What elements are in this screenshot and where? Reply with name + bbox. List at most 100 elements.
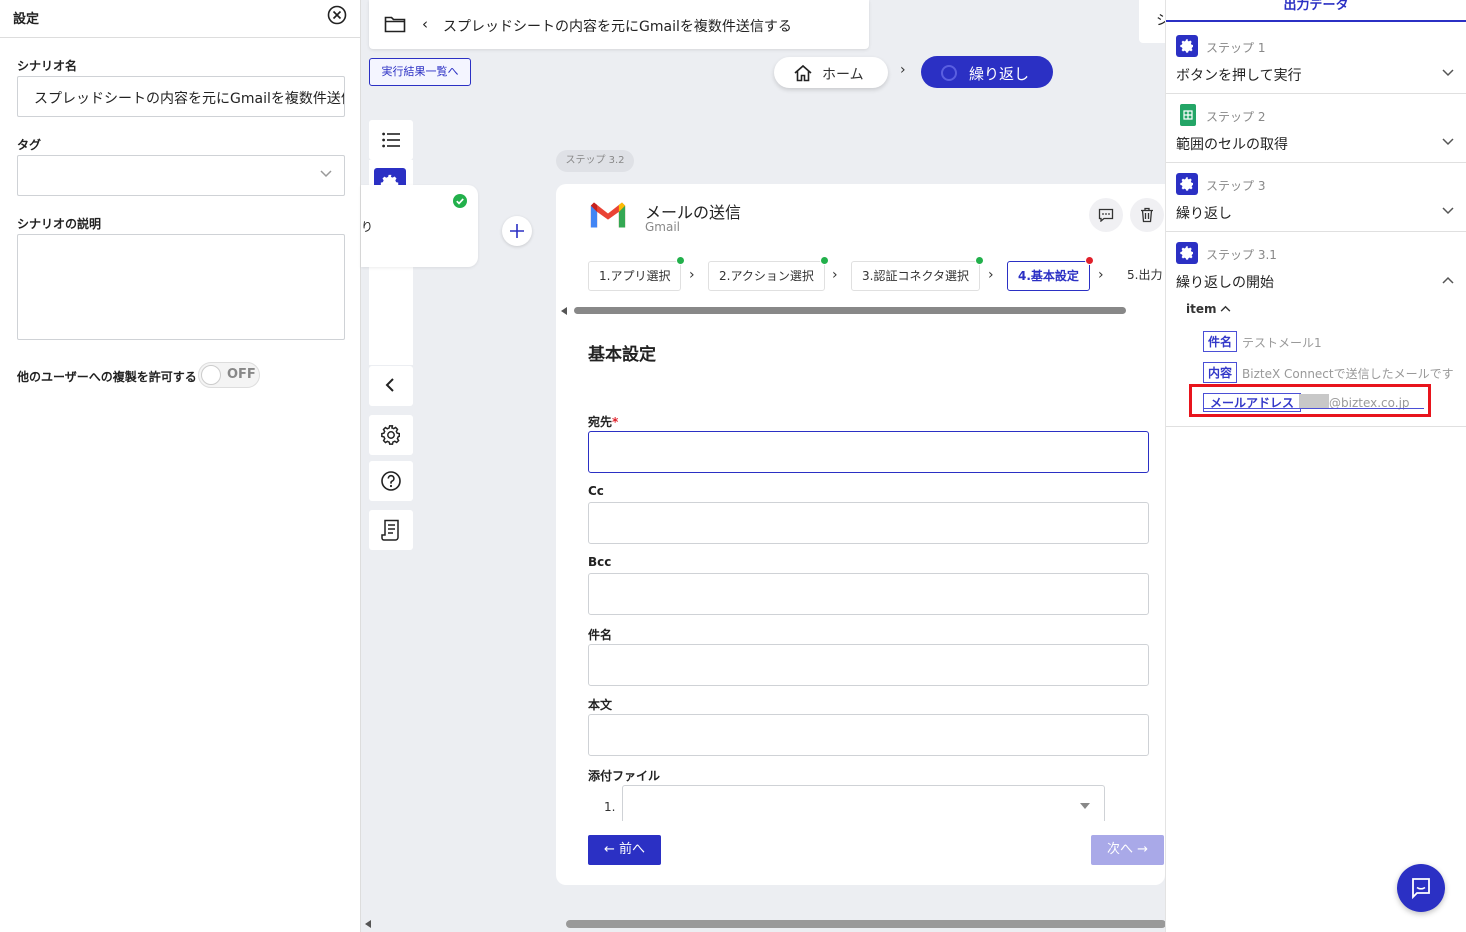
output-key[interactable]: 内容	[1203, 362, 1238, 383]
gmail-icon	[588, 195, 628, 235]
tab-label: 3.認証コネクタ選択	[862, 269, 969, 283]
copy-permission-toggle[interactable]: OFF	[198, 362, 260, 388]
chevron-down-icon	[320, 170, 332, 178]
settings-button[interactable]	[369, 415, 413, 455]
chevron-up-icon[interactable]	[1220, 305, 1231, 312]
canvas-scroll-left-icon[interactable]	[365, 920, 371, 928]
toggle-knob	[201, 365, 221, 385]
gear-icon	[380, 424, 402, 446]
subject-label: 件名	[588, 628, 613, 642]
body-input[interactable]	[588, 714, 1149, 756]
chevron-up-icon	[1442, 276, 1454, 284]
list-view-button[interactable]	[369, 120, 413, 160]
breadcrumb-current[interactable]: 繰り返し	[921, 56, 1053, 88]
tab-basic-settings[interactable]: 4.基本設定	[1007, 256, 1094, 291]
collapse-button[interactable]	[369, 366, 413, 406]
loop-icon	[940, 64, 958, 82]
output-step-3[interactable]: ステップ 3 繰り返し	[1166, 163, 1466, 232]
step-gear-icon	[1176, 173, 1198, 195]
tab-done-indicator	[676, 256, 686, 265]
tag-select[interactable]	[17, 155, 345, 196]
scroll-left-arrow-icon[interactable]	[561, 307, 567, 315]
attachment-index: 1.	[604, 800, 616, 814]
header-right-truncated[interactable]: シ	[1139, 0, 1167, 43]
help-button[interactable]	[369, 461, 413, 501]
scenario-name-label: シナリオ名	[17, 59, 78, 73]
results-list-link[interactable]: 実行結果一覧へ	[369, 58, 471, 86]
tab-label: 5.出力	[1127, 268, 1163, 282]
delete-button[interactable]	[1130, 198, 1164, 232]
caret-down-icon	[1080, 803, 1090, 809]
output-step-2[interactable]: ステップ 2 範囲のセルの取得	[1166, 94, 1466, 163]
add-step-button[interactable]	[502, 216, 532, 246]
tab-error-indicator	[1084, 256, 1094, 265]
description-label: シナリオの説明	[17, 217, 102, 231]
step-number: ステップ 3.1	[1206, 248, 1277, 262]
breadcrumb-home-label: ホーム	[822, 67, 864, 83]
required-mark: *	[612, 415, 619, 429]
tabs-scrollbar-thumb[interactable]	[574, 307, 1126, 314]
step-number: ステップ 3	[1206, 179, 1266, 193]
step-number: ステップ 1	[1206, 41, 1266, 55]
tab-chevron-icon: ›	[1098, 267, 1104, 283]
close-icon[interactable]	[327, 5, 347, 25]
breadcrumb-home[interactable]: ホーム	[774, 57, 888, 88]
step-name: 繰り返しの開始	[1176, 275, 1274, 291]
breadcrumb-separator-icon: ›	[900, 62, 906, 78]
scenario-name-input[interactable]: スプレッドシートの内容を元にGmailを複数件送信する	[17, 76, 345, 117]
trash-icon	[1140, 207, 1154, 223]
canvas-scrollbar-thumb[interactable]	[566, 920, 1166, 928]
tab-output[interactable]: 5.出力	[1117, 261, 1165, 291]
tab-chevron-icon: ›	[832, 267, 838, 283]
chat-icon	[1411, 877, 1431, 899]
chat-button[interactable]	[1397, 864, 1445, 912]
bcc-input[interactable]	[588, 573, 1149, 615]
flow-node-label: り	[361, 220, 374, 234]
chevron-left-icon	[385, 377, 395, 393]
chevron-down-icon	[1442, 138, 1454, 146]
cc-label: Cc	[588, 484, 604, 498]
description-textarea[interactable]	[17, 234, 345, 340]
bcc-label: Bcc	[588, 555, 612, 569]
chevron-down-icon	[1442, 69, 1454, 77]
output-step-1[interactable]: ステップ 1 ボタンを押して実行	[1166, 24, 1466, 94]
output-value: BizteX Connectで送信したメールです	[1242, 367, 1454, 381]
settings-panel: 設定 シナリオ名 スプレッドシートの内容を元にGmailを複数件送信する タグ …	[0, 0, 361, 932]
scenario-title: スプレッドシートの内容を元にGmailを複数件送信する	[443, 19, 792, 35]
attachment-select[interactable]	[622, 785, 1105, 821]
output-key[interactable]: 件名	[1203, 331, 1238, 352]
subject-input[interactable]	[588, 644, 1149, 686]
tab-app-select[interactable]: 1.アプリ選択	[588, 256, 686, 291]
tab-chevron-icon: ›	[988, 267, 994, 283]
tab-done-indicator	[819, 256, 829, 265]
tab-action-select[interactable]: 2.アクション選択	[708, 256, 829, 291]
tab-chevron-icon: ›	[689, 267, 695, 283]
body-label: 本文	[588, 698, 613, 712]
comment-button[interactable]	[1089, 198, 1123, 232]
output-underline	[1203, 408, 1424, 409]
next-button[interactable]: 次へ →	[1091, 835, 1164, 865]
step-name: 範囲のセルの取得	[1176, 137, 1288, 153]
to-input[interactable]	[588, 431, 1149, 473]
folder-icon[interactable]	[384, 15, 406, 33]
step-number: ステップ 2	[1206, 110, 1266, 124]
back-chevron-icon[interactable]: ‹	[422, 15, 428, 33]
tag-label: タグ	[17, 138, 42, 152]
comment-icon	[1098, 208, 1114, 222]
log-button[interactable]	[369, 510, 413, 550]
step-subtitle: Gmail	[645, 220, 681, 234]
item-group-label[interactable]: item	[1186, 302, 1217, 316]
prev-button[interactable]: ← 前へ	[588, 835, 661, 865]
tab-label: 1.アプリ選択	[599, 269, 671, 283]
step-gear-icon	[1176, 242, 1198, 264]
output-key[interactable]: メールアドレス	[1203, 393, 1302, 412]
step-name: 繰り返し	[1176, 206, 1232, 222]
output-step-3-1[interactable]: ステップ 3.1 繰り返しの開始 item 件名 テストメール1 内容 Bizt…	[1166, 232, 1466, 427]
breadcrumb-current-label: 繰り返し	[969, 65, 1030, 83]
flow-node-partial[interactable]: り	[361, 185, 478, 267]
tab-done-indicator	[974, 256, 984, 265]
tab-connector-select[interactable]: 3.認証コネクタ選択	[851, 256, 984, 291]
step-badge: ステップ 3.2	[556, 150, 634, 172]
cc-input[interactable]	[588, 502, 1149, 544]
home-icon	[793, 64, 813, 82]
